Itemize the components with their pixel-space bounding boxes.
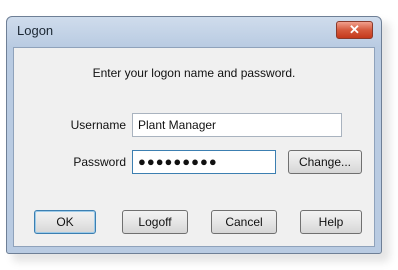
close-button[interactable]: ✕ (336, 21, 373, 39)
instruction-text: Enter your logon name and password. (92, 66, 296, 80)
logoff-button[interactable]: Logoff (122, 210, 188, 234)
username-label: Username (70, 118, 126, 132)
ok-button[interactable]: OK (34, 210, 96, 234)
close-icon: ✕ (349, 22, 360, 37)
password-field[interactable]: ●●●●●●●●● (132, 150, 276, 174)
dialog-body: Enter your logon name and password. User… (13, 47, 375, 247)
change-password-button[interactable]: Change... (288, 150, 362, 174)
help-button[interactable]: Help (300, 210, 362, 234)
cancel-button[interactable]: Cancel (211, 210, 277, 234)
password-label: Password (73, 155, 126, 169)
logon-dialog: Logon ✕ Enter your logon name and passwo… (6, 16, 382, 254)
window-title: Logon (17, 23, 54, 38)
username-field[interactable]: Plant Manager (132, 113, 342, 137)
title-bar[interactable]: Logon ✕ (7, 17, 381, 45)
